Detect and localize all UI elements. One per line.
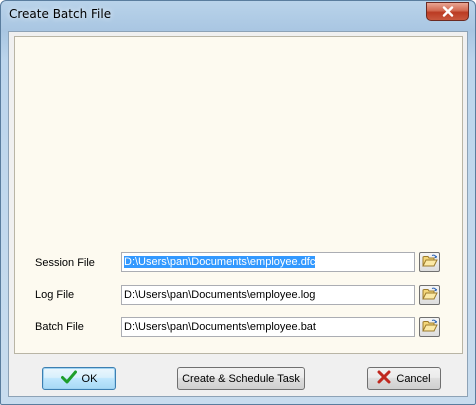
session-file-value: D:\Users\pan\Documents\employee.dfc: [124, 256, 316, 268]
cancel-label: Cancel: [396, 372, 431, 385]
dialog-client-area: Session File D:\Users\pan\Documents\empl…: [8, 31, 468, 397]
batch-file-browse-button[interactable]: [419, 317, 440, 337]
batch-file-label: Batch File: [35, 321, 84, 333]
title-bar[interactable]: Create Batch File: [1, 1, 475, 28]
folder-open-icon: [421, 287, 438, 304]
content-panel: [14, 36, 463, 354]
close-icon: [442, 6, 454, 17]
log-file-label: Log File: [35, 289, 75, 301]
session-file-field[interactable]: D:\Users\pan\Documents\employee.dfc: [121, 252, 415, 272]
log-file-field[interactable]: D:\Users\pan\Documents\employee.log: [121, 285, 415, 305]
batch-file-field[interactable]: D:\Users\pan\Documents\employee.bat: [121, 317, 415, 337]
close-button[interactable]: [426, 2, 469, 21]
create-schedule-task-label: Create & Schedule Task: [182, 372, 300, 385]
window-title: Create Batch File: [9, 7, 112, 21]
ok-label: OK: [81, 372, 98, 385]
session-file-label: Session File: [35, 257, 95, 269]
dialog-window: Create Batch File Session File D:\Users\…: [0, 0, 476, 405]
session-file-browse-button[interactable]: [419, 252, 440, 272]
checkmark-icon: [60, 370, 77, 387]
create-schedule-task-button[interactable]: Create & Schedule Task: [177, 367, 305, 390]
folder-open-icon: [421, 254, 438, 271]
folder-open-icon: [421, 319, 438, 336]
ok-button[interactable]: OK: [42, 367, 116, 390]
log-file-browse-button[interactable]: [419, 285, 440, 305]
x-icon: [377, 370, 391, 387]
cancel-button[interactable]: Cancel: [367, 367, 441, 390]
